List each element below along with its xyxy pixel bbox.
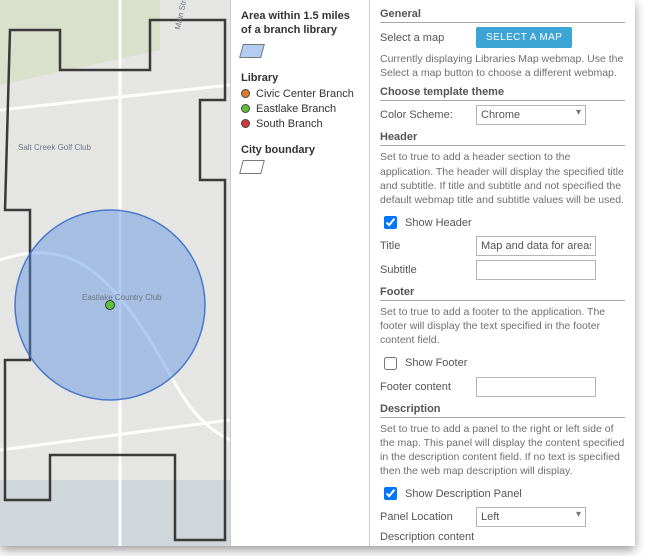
map-canvas[interactable]: Salt Creek Golf Club Eastlake Country Cl… <box>0 0 230 546</box>
dot-icon <box>241 104 250 113</box>
show-footer-label: Show Footer <box>405 357 467 369</box>
color-scheme-select[interactable]: Chrome <box>476 105 586 125</box>
legend-library-label: Civic Center Branch <box>256 88 354 100</box>
legend-boundary-swatch-row <box>241 160 359 174</box>
show-description-panel-checkbox[interactable] <box>384 487 397 500</box>
show-header-checkbox[interactable] <box>384 216 397 229</box>
subtitle-label: Subtitle <box>380 264 468 276</box>
section-title-theme: Choose template theme <box>380 86 625 101</box>
area-swatch-icon <box>239 44 265 58</box>
color-scheme-label: Color Scheme: <box>380 109 468 121</box>
legend-title: Area within 1.5 miles of a branch librar… <box>241 10 359 38</box>
section-title-general: General <box>380 8 625 23</box>
show-header-label: Show Header <box>405 217 472 229</box>
svg-text:Salt Creek Golf Club: Salt Creek Golf Club <box>18 143 91 152</box>
legend-boundary-heading: City boundary <box>241 144 359 156</box>
footer-desc: Set to true to add a footer to the appli… <box>380 305 625 348</box>
subtitle-input[interactable] <box>476 260 596 280</box>
legend-library-label: South Branch <box>256 118 323 130</box>
dot-icon <box>241 119 250 128</box>
description-content-label: Description content <box>380 531 474 544</box>
legend-library-row: Civic Center Branch <box>241 88 359 100</box>
map-panel[interactable]: Salt Creek Golf Club Eastlake Country Cl… <box>0 0 230 546</box>
app-root: Salt Creek Golf Club Eastlake Country Cl… <box>0 0 635 546</box>
legend-library-heading: Library <box>241 72 359 84</box>
legend-library-label: Eastlake Branch <box>256 103 336 115</box>
boundary-swatch-icon <box>239 160 265 174</box>
legend-library-row: Eastlake Branch <box>241 103 359 115</box>
select-map-button[interactable]: SELECT A MAP <box>476 27 572 48</box>
svg-text:Eastlake Country Club: Eastlake Country Club <box>82 293 162 302</box>
show-description-panel-label: Show Description Panel <box>405 488 522 500</box>
general-current-map-text: Currently displaying Libraries Map webma… <box>380 52 625 80</box>
header-desc: Set to true to add a header section to t… <box>380 150 625 207</box>
section-title-footer: Footer <box>380 286 625 301</box>
section-title-description: Description <box>380 403 625 418</box>
title-label: Title <box>380 240 468 252</box>
legend-panel: Area within 1.5 miles of a branch librar… <box>230 0 370 546</box>
legend-library-row: South Branch <box>241 118 359 130</box>
footer-content-input[interactable] <box>476 377 596 397</box>
panel-location-label: Panel Location <box>380 511 468 523</box>
title-input[interactable] <box>476 236 596 256</box>
select-map-label: Select a map <box>380 32 468 44</box>
footer-content-label: Footer content <box>380 381 468 393</box>
show-footer-checkbox[interactable] <box>384 357 397 370</box>
panel-location-select[interactable]: Left <box>476 507 586 527</box>
legend-area-swatch-row <box>241 44 359 58</box>
section-title-header: Header <box>380 131 625 146</box>
dot-icon <box>241 89 250 98</box>
description-desc: Set to true to add a panel to the right … <box>380 422 625 479</box>
config-panel[interactable]: General Select a map SELECT A MAP Curren… <box>370 0 635 546</box>
